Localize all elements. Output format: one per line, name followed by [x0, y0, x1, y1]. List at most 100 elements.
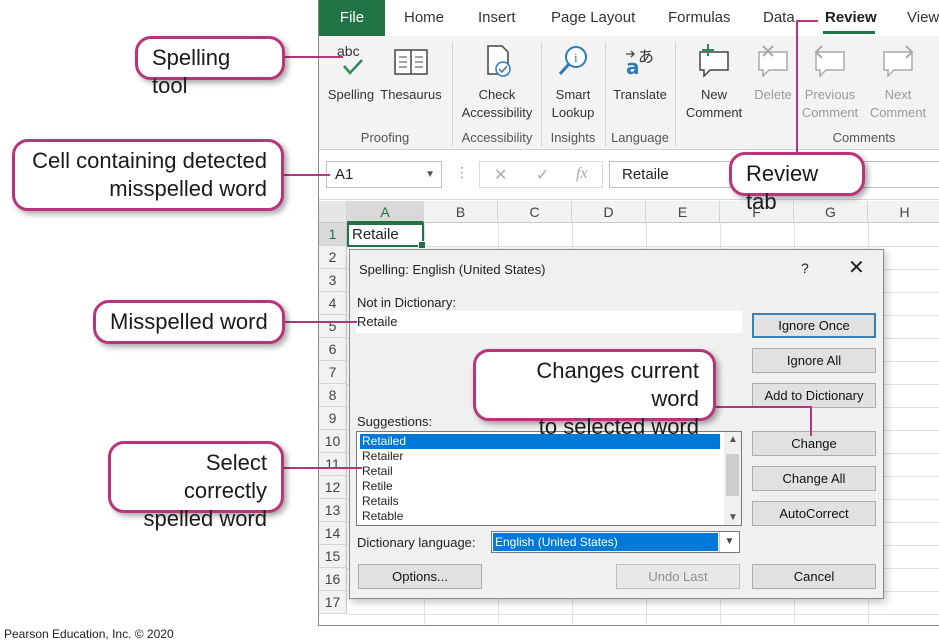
scroll-up-icon[interactable]: ▲: [728, 434, 738, 445]
name-box[interactable]: A1 ▼: [326, 161, 442, 188]
row-header-14[interactable]: 14: [319, 522, 347, 545]
tab-home[interactable]: Home: [404, 9, 444, 26]
column-header-d[interactable]: D: [572, 201, 646, 223]
list-item[interactable]: Retailer: [360, 449, 720, 464]
row-header-6[interactable]: 6: [319, 338, 347, 361]
column-header-b[interactable]: B: [424, 201, 498, 223]
list-item[interactable]: Retails: [360, 494, 720, 509]
next-comment-button[interactable]: Next Comment: [865, 42, 931, 122]
active-tab-indicator: [823, 31, 875, 34]
group-separator: [675, 42, 676, 146]
scroll-thumb[interactable]: [726, 454, 739, 496]
tab-page-layout[interactable]: Page Layout: [551, 9, 635, 26]
ribbon: abc Spelling Thesaurus Proofing Check Ac…: [319, 36, 939, 150]
autocorrect-button[interactable]: AutoCorrect: [752, 501, 876, 526]
chevron-down-icon[interactable]: ▼: [719, 532, 739, 552]
row-header-3[interactable]: 3: [319, 269, 347, 292]
row-header-15[interactable]: 15: [319, 545, 347, 568]
column-header-g[interactable]: G: [794, 201, 868, 223]
list-item[interactable]: Retile: [360, 479, 720, 494]
callout-connector: [714, 406, 812, 408]
column-header-h[interactable]: H: [868, 201, 939, 223]
column-header-c[interactable]: C: [498, 201, 572, 223]
undo-last-button[interactable]: Undo Last: [616, 564, 740, 589]
smart-lookup-icon: i: [553, 42, 593, 80]
row-header-1[interactable]: 1: [319, 223, 347, 246]
callout-spelling-tool: Spelling tool: [135, 36, 285, 98]
callout-review-tab: Review tab: [729, 152, 865, 214]
tab-view[interactable]: View: [907, 9, 939, 26]
copyright-footer: Pearson Education, Inc. © 2020: [4, 627, 174, 641]
translate-button[interactable]: aあ Translate: [609, 42, 671, 104]
change-button[interactable]: Change: [752, 431, 876, 456]
tab-data[interactable]: Data: [763, 9, 795, 26]
ignore-all-button[interactable]: Ignore All: [752, 348, 876, 373]
thesaurus-button[interactable]: Thesaurus: [378, 42, 444, 104]
row-header-12[interactable]: 12: [319, 476, 347, 499]
list-item[interactable]: Retail: [360, 464, 720, 479]
column-header-e[interactable]: E: [646, 201, 720, 223]
spelling-button[interactable]: abc Spelling: [323, 42, 379, 104]
column-header-a[interactable]: A: [347, 201, 424, 223]
change-all-button[interactable]: Change All: [752, 466, 876, 491]
thesaurus-book-icon: [391, 42, 431, 80]
gridline: [347, 246, 939, 247]
chevron-down-icon[interactable]: ▼: [425, 162, 435, 187]
callout-misspelled-word: Misspelled word: [93, 300, 285, 344]
dictionary-language-value: English (United States): [492, 532, 719, 552]
suggestions-list[interactable]: Retailed Retailer Retail Retile Retails …: [356, 431, 742, 526]
formula-buttons: ✕ ✓ fx: [479, 161, 603, 188]
dialog-title: Spelling: English (United States): [359, 262, 546, 277]
group-separator: [605, 42, 606, 146]
row-header-16[interactable]: 16: [319, 568, 347, 591]
dictionary-language-select[interactable]: English (United States) ▼: [491, 531, 740, 553]
help-icon[interactable]: ?: [801, 260, 809, 276]
dictionary-language-label: Dictionary language:: [357, 535, 476, 550]
tab-review[interactable]: Review: [825, 9, 877, 26]
previous-comment-button[interactable]: Previous Comment: [797, 42, 863, 122]
tab-insert[interactable]: Insert: [478, 9, 516, 26]
row-header-8[interactable]: 8: [319, 384, 347, 407]
tab-file[interactable]: File: [319, 0, 385, 36]
group-label-comments: Comments: [832, 130, 896, 145]
row-header-5[interactable]: 5: [319, 315, 347, 338]
callout-connector: [810, 406, 812, 436]
row-header-7[interactable]: 7: [319, 361, 347, 384]
cancel-x-icon[interactable]: ✕: [494, 165, 507, 185]
not-in-dictionary-field[interactable]: Retaile: [356, 311, 742, 333]
add-to-dictionary-button[interactable]: Add to Dictionary: [752, 383, 876, 408]
row-header-2[interactable]: 2: [319, 246, 347, 269]
scroll-down-icon[interactable]: ▼: [728, 512, 738, 523]
list-item[interactable]: Retable: [360, 509, 720, 524]
new-comment-icon: [694, 42, 734, 80]
row-header-13[interactable]: 13: [319, 499, 347, 522]
not-in-dictionary-label: Not in Dictionary:: [357, 295, 456, 310]
cell-a1[interactable]: Retaile: [347, 223, 426, 249]
smart-lookup-button[interactable]: i Smart Lookup: [545, 42, 601, 122]
spelling-icon: abc: [331, 42, 371, 80]
options-button[interactable]: Options...: [358, 564, 482, 589]
svg-text:あ: あ: [638, 47, 654, 66]
scrollbar[interactable]: ▲ ▼: [724, 432, 741, 525]
close-icon[interactable]: ✕: [848, 255, 865, 280]
row-header-11[interactable]: 11: [319, 453, 347, 476]
drag-handle-icon[interactable]: ⋮: [455, 164, 469, 181]
callout-connector: [282, 467, 362, 469]
enter-check-icon[interactable]: ✓: [536, 165, 549, 185]
ignore-once-button[interactable]: Ignore Once: [752, 313, 876, 338]
delete-comment-button[interactable]: Delete: [749, 42, 797, 104]
new-comment-button[interactable]: New Comment: [679, 42, 749, 122]
group-separator: [541, 42, 542, 146]
row-header-17[interactable]: 17: [319, 591, 347, 614]
row-header-4[interactable]: 4: [319, 292, 347, 315]
check-accessibility-button[interactable]: Check Accessibility: [457, 42, 537, 122]
tab-formulas[interactable]: Formulas: [668, 9, 731, 26]
row-header-9[interactable]: 9: [319, 407, 347, 430]
callout-changes-word: Changes current word to selected word: [473, 349, 716, 439]
cancel-button[interactable]: Cancel: [752, 564, 876, 589]
insert-function-icon[interactable]: fx: [576, 165, 588, 183]
select-all-corner[interactable]: [319, 201, 347, 223]
callout-connector: [796, 20, 818, 22]
group-label-accessibility: Accessibility: [461, 130, 533, 145]
row-header-10[interactable]: 10: [319, 430, 347, 453]
